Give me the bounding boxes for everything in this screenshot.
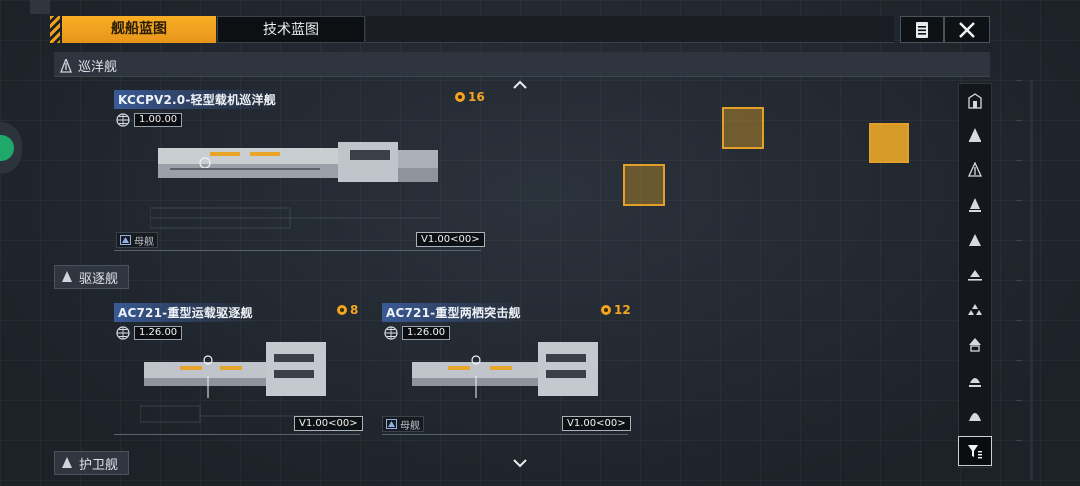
class-filter-2[interactable]	[958, 119, 992, 151]
role-label: 母舰	[134, 236, 154, 248]
version-badge: V1.00<00>	[562, 416, 631, 431]
cost-value: 16	[468, 90, 485, 104]
close-button[interactable]	[944, 16, 990, 43]
ship-name[interactable]: AC721-重型两栖突击舰	[382, 303, 525, 322]
cost-icon	[337, 305, 347, 315]
carrier-icon	[120, 235, 131, 245]
header-bar	[366, 16, 894, 43]
class-5-icon	[969, 234, 981, 246]
cruiser-icon	[60, 58, 72, 73]
carrier-icon	[386, 419, 397, 429]
ship-model-cruiser[interactable]	[150, 130, 450, 230]
cost-value: 8	[350, 303, 359, 317]
version-value: 1.00.00	[134, 113, 183, 127]
cost-icon	[455, 92, 465, 102]
hazard-stripe	[50, 16, 60, 43]
tab-ship-blueprints[interactable]: 舰船蓝图	[62, 16, 216, 43]
section-header-cruiser[interactable]	[54, 52, 990, 77]
notes-button[interactable]	[900, 16, 944, 43]
marker[interactable]	[623, 164, 665, 206]
frigate-icon	[62, 457, 72, 468]
ship-cost: 16	[454, 90, 485, 104]
class-filter-7[interactable]	[958, 294, 992, 326]
class-1-icon	[968, 93, 982, 109]
tab-tech-blueprints[interactable]: 技术蓝图	[217, 16, 365, 43]
section-label: 护卫舰	[79, 457, 119, 473]
version-badge: V1.00<00>	[416, 232, 485, 247]
ship-cost: 12	[600, 303, 631, 317]
class-7-icon	[968, 304, 982, 315]
version-badge: V1.00<00>	[294, 416, 363, 431]
cost-value: 12	[614, 303, 631, 317]
class-filter-8[interactable]	[958, 329, 992, 361]
ship-name[interactable]: KCCPV2.0-轻型载机巡洋舰	[114, 90, 280, 109]
card-divider	[382, 434, 628, 435]
role-tag: 母舰	[116, 232, 158, 248]
globe-icon	[116, 326, 130, 340]
class-4-icon	[969, 198, 981, 212]
edge-rail	[1030, 80, 1033, 480]
class-filter-6[interactable]	[958, 259, 992, 291]
class-2-icon	[969, 128, 981, 142]
class-6-icon	[968, 270, 982, 281]
class-9-icon	[969, 378, 981, 387]
class-filter-3[interactable]	[958, 154, 992, 186]
card-divider	[114, 434, 360, 435]
role-label: 母舰	[400, 420, 420, 432]
notes-icon	[916, 21, 928, 38]
cost-icon	[601, 305, 611, 315]
class-filter-4[interactable]	[958, 189, 992, 221]
class-8-icon	[969, 338, 981, 352]
close-icon	[959, 21, 975, 38]
card-divider	[114, 250, 481, 251]
scroll-up-icon[interactable]	[513, 80, 527, 90]
class-filter-9[interactable]	[958, 364, 992, 396]
ship-model-assault[interactable]	[408, 336, 608, 426]
filter-button[interactable]	[958, 436, 992, 466]
globe-icon	[116, 113, 130, 127]
section-header-destroyer[interactable]: 驱逐舰	[54, 265, 130, 289]
version-box: 1.00.00	[116, 113, 183, 127]
filter-icon	[968, 445, 982, 459]
status-corner	[30, 0, 50, 14]
ship-name[interactable]: AC721-重型运载驱逐舰	[114, 303, 257, 322]
scroll-down-icon[interactable]	[513, 458, 527, 468]
class-10-icon	[969, 413, 981, 421]
section-title-cruiser: 巡洋舰	[60, 56, 117, 75]
role-tag: 母舰	[382, 416, 424, 432]
marker[interactable]	[722, 107, 764, 149]
class-3-icon	[968, 162, 982, 177]
class-filter-1[interactable]	[958, 85, 992, 117]
section-header-frigate[interactable]: 护卫舰	[54, 451, 130, 475]
marker[interactable]	[869, 123, 909, 163]
class-filter-5[interactable]	[958, 224, 992, 256]
destroyer-icon	[62, 271, 72, 282]
section-label: 驱逐舰	[79, 271, 119, 287]
ship-cost: 8	[336, 303, 358, 317]
ship-model-destroyer[interactable]	[140, 336, 340, 426]
globe-icon	[384, 326, 398, 340]
section-label: 巡洋舰	[78, 60, 118, 75]
scale-ticks	[1016, 80, 1022, 480]
class-filter-10[interactable]	[958, 399, 992, 431]
